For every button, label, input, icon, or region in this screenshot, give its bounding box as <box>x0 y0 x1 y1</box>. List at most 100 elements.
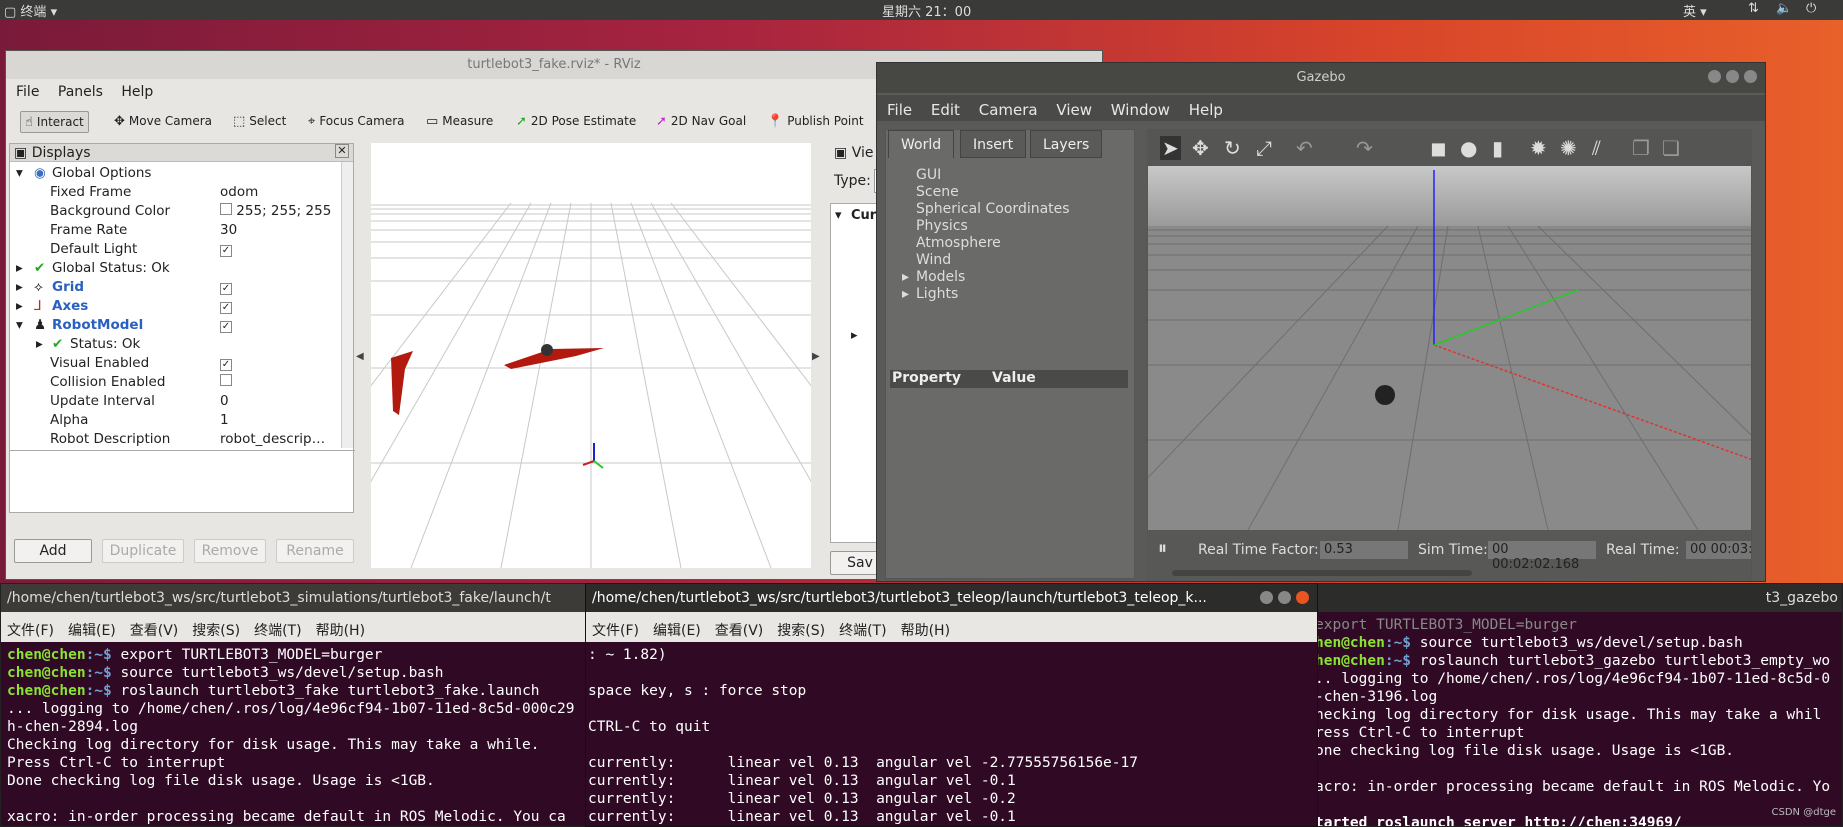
directional-light-icon[interactable]: ⫽ <box>1592 136 1601 160</box>
checkbox[interactable] <box>220 374 232 386</box>
menu-help[interactable]: 帮助(H) <box>901 623 950 639</box>
select-arrow-icon[interactable]: ➤ <box>1160 136 1181 160</box>
tree-row-status[interactable]: ▸ ✔ Status: Ok <box>10 335 340 354</box>
tree-item-atmosphere[interactable]: Atmosphere <box>916 235 1001 251</box>
tree-row-global-status[interactable]: ▸ ✔ Global Status: Ok <box>10 259 340 278</box>
menu-camera[interactable]: Camera <box>979 101 1038 119</box>
pause-icon[interactable]: ⏸ <box>1158 538 1167 559</box>
paste-icon[interactable]: ❏ <box>1662 136 1680 160</box>
tree-row-robot-description[interactable]: Robot Description robot_descrip… <box>10 430 340 449</box>
menu-edit[interactable]: Edit <box>931 101 960 119</box>
cylinder-icon[interactable]: ▮ <box>1492 136 1503 160</box>
tree-row-robotmodel[interactable]: ▾ ♟ RobotModel ✓ <box>10 316 340 335</box>
tool-publish-point[interactable]: 📍 Publish Point <box>763 111 868 133</box>
tree-item-lights[interactable]: Lights <box>916 286 958 302</box>
tab-insert[interactable]: Insert <box>960 130 1027 158</box>
minimize-icon[interactable] <box>1260 591 1273 604</box>
menu-edit[interactable]: 编辑(E) <box>653 623 701 639</box>
tree-value[interactable]: 255; 255; 255 <box>220 203 331 219</box>
add-button[interactable]: Add <box>14 539 92 563</box>
rviz-3d-viewport[interactable] <box>371 143 811 568</box>
tree-value[interactable]: robot_descrip… <box>220 431 325 447</box>
expand-icon[interactable]: ▸ <box>902 269 909 285</box>
menu-edit[interactable]: 编辑(E) <box>68 623 116 639</box>
scrollbar[interactable] <box>341 162 353 448</box>
tree-item-wind[interactable]: Wind <box>916 252 951 268</box>
menu-help[interactable]: Help <box>121 84 153 100</box>
translate-icon[interactable]: ✥ <box>1192 136 1209 160</box>
terminal-gazebo[interactable]: t3_gazebo export TURTLEBOT3_MODEL=burger… <box>1310 583 1843 827</box>
tree-row-fixed-frame[interactable]: Fixed Frame odom <box>10 183 340 202</box>
clock[interactable]: 星期六 21：00 <box>882 1 971 20</box>
menu-view[interactable]: View <box>1056 101 1092 119</box>
tree-row-default-light[interactable]: Default Light ✓ <box>10 240 340 259</box>
remove-button[interactable]: Remove <box>194 539 266 563</box>
current-view-label[interactable]: Cur <box>851 208 876 223</box>
gazebo-3d-viewport[interactable]: ➤ ✥ ↻ ⤢ ↶ ↷ ◼ ● ▮ ✹ ✺ ⫽ ❐ ❏ ⏸ Real Time … <box>1147 129 1752 581</box>
rotate-icon[interactable]: ↻ <box>1224 136 1241 160</box>
menu-view[interactable]: 查看(V) <box>130 623 179 639</box>
sphere-icon[interactable]: ● <box>1460 136 1477 160</box>
minimize-icon[interactable] <box>1708 70 1721 83</box>
checkbox[interactable]: ✓ <box>220 283 232 295</box>
tree-row-background-color[interactable]: Background Color 255; 255; 255 <box>10 202 340 221</box>
menu-search[interactable]: 搜索(S) <box>192 623 240 639</box>
tree-item-scene[interactable]: Scene <box>916 184 959 200</box>
tree-item-gui[interactable]: GUI <box>916 167 941 183</box>
redo-icon[interactable]: ↷ <box>1356 136 1373 160</box>
menu-window[interactable]: Window <box>1111 101 1170 119</box>
tree-row-axes[interactable]: ▸ ⅃ Axes ✓ <box>10 297 340 316</box>
maximize-icon[interactable] <box>1726 70 1739 83</box>
tree-value[interactable]: 0 <box>220 393 229 409</box>
terminal-fake[interactable]: /home/chen/turtlebot3_ws/src/turtlebot3_… <box>0 583 590 827</box>
tree-row-collision-enabled[interactable]: Collision Enabled <box>10 373 340 392</box>
tree-row-update-interval[interactable]: Update Interval 0 <box>10 392 340 411</box>
timeline-scrollbar[interactable] <box>1172 570 1472 576</box>
close-icon[interactable] <box>1744 70 1757 83</box>
menu-file[interactable]: 文件(F) <box>7 623 54 639</box>
network-icon[interactable]: ⇅ <box>1748 1 1759 16</box>
rename-button[interactable]: Rename <box>276 539 354 563</box>
menu-file[interactable]: File <box>16 84 39 100</box>
menu-view[interactable]: 查看(V) <box>715 623 764 639</box>
checkbox[interactable]: ✓ <box>220 245 232 257</box>
spot-light-icon[interactable]: ✺ <box>1560 136 1577 160</box>
tree-value[interactable]: 30 <box>220 222 237 238</box>
collapse-left-icon[interactable]: ◀ <box>356 351 364 362</box>
volume-icon[interactable]: 🔈 <box>1776 1 1792 16</box>
input-method[interactable]: 英 ▾ <box>1683 1 1707 20</box>
menu-help[interactable]: 帮助(H) <box>316 623 365 639</box>
tree-row-visual-enabled[interactable]: Visual Enabled ✓ <box>10 354 340 373</box>
tab-layers[interactable]: Layers <box>1030 130 1103 158</box>
collapse-right-icon[interactable]: ▶ <box>812 351 820 362</box>
tool-interact[interactable]: ☝ Interact <box>20 111 89 133</box>
menu-file[interactable]: 文件(F) <box>592 623 639 639</box>
checkbox[interactable]: ✓ <box>220 321 232 333</box>
scale-icon[interactable]: ⤢ <box>1256 136 1272 160</box>
tree-item-physics[interactable]: Physics <box>916 218 968 234</box>
tool-focus-camera[interactable]: ⌖ Focus Camera <box>304 111 409 133</box>
tree-item-spherical-coordinates[interactable]: Spherical Coordinates <box>916 201 1070 217</box>
maximize-icon[interactable] <box>1278 591 1291 604</box>
tool-2d-pose-estimate[interactable]: ➚ 2D Pose Estimate <box>512 111 640 133</box>
tree-value[interactable]: odom <box>220 184 258 200</box>
tool-2d-nav-goal[interactable]: ➚ 2D Nav Goal <box>652 111 750 133</box>
tree-row-global-options[interactable]: ▾ ◉ Global Options <box>10 164 340 183</box>
tree-row-alpha[interactable]: Alpha 1 <box>10 411 340 430</box>
tree-item-models[interactable]: Models <box>916 269 965 285</box>
tool-move-camera[interactable]: ✥ Move Camera <box>110 111 216 133</box>
power-icon[interactable]: ⏻ <box>1806 1 1816 16</box>
checkbox[interactable]: ✓ <box>220 359 232 371</box>
undo-icon[interactable]: ↶ <box>1296 136 1313 160</box>
menu-terminal[interactable]: 终端(T) <box>839 623 886 639</box>
tree-row-frame-rate[interactable]: Frame Rate 30 <box>10 221 340 240</box>
tree-row-grid[interactable]: ▸ ⟡ Grid ✓ <box>10 278 340 297</box>
menu-search[interactable]: 搜索(S) <box>777 623 825 639</box>
point-light-icon[interactable]: ✹ <box>1530 136 1547 160</box>
checkbox[interactable]: ✓ <box>220 302 232 314</box>
close-icon[interactable]: ✕ <box>335 144 349 158</box>
tool-select[interactable]: ⬚ Select <box>229 111 290 133</box>
close-icon[interactable] <box>1296 591 1309 604</box>
tool-measure[interactable]: ▭ Measure <box>422 111 497 133</box>
menu-panels[interactable]: Panels <box>58 84 103 100</box>
